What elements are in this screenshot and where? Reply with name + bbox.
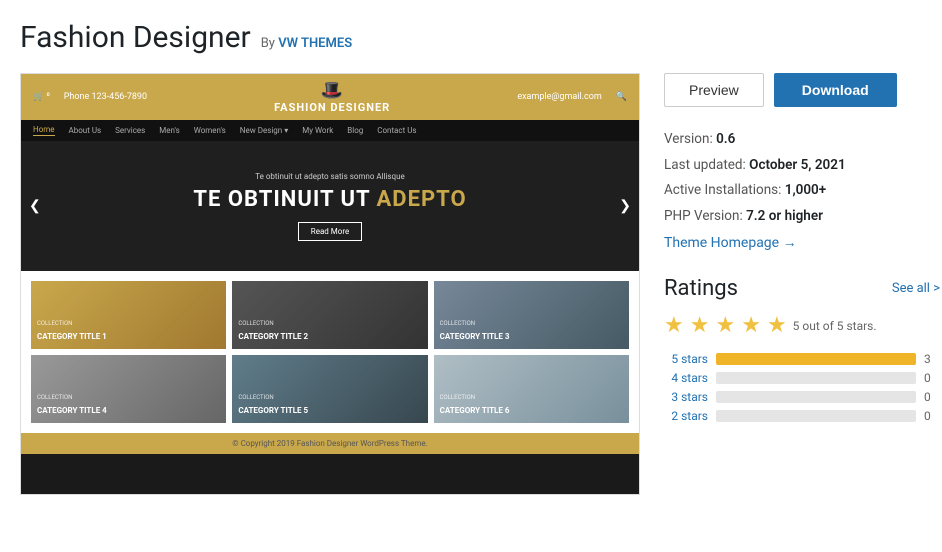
theme-hero: ❮ Te obtinuit ut adepto satis somno Alli…: [21, 141, 639, 271]
theme-nav: Home About Us Services Men's Women's New…: [21, 120, 639, 141]
ratings-title: Ratings: [664, 276, 738, 301]
star-2: ★: [690, 313, 710, 338]
ratings-header: Ratings See all >: [664, 276, 940, 301]
page-title: Fashion Designer: [20, 20, 251, 55]
page-header: Fashion Designer By VW THEMES: [20, 20, 922, 55]
bar-row-3: 3 stars 0: [664, 390, 940, 404]
bar-count-3: 0: [924, 390, 940, 404]
category-item-3: collection CATEGORY TITLE 3: [434, 281, 629, 349]
logo-icon: 🎩: [274, 80, 390, 101]
nav-contact: Contact Us: [377, 126, 416, 135]
category-item-4: collection CATEGORY TITLE 4: [31, 355, 226, 423]
nav-blog: Blog: [347, 126, 363, 135]
author-link[interactable]: VW THEMES: [278, 36, 352, 51]
cat-label-3: collection CATEGORY TITLE 3: [440, 320, 510, 343]
nav-mywork: My Work: [302, 126, 333, 135]
hero-read-more-btn[interactable]: Read More: [298, 222, 362, 241]
mail-info: example@gmail.com: [517, 92, 601, 102]
stars-display: ★ ★ ★ ★ ★ 5 out of 5 stars.: [664, 313, 940, 338]
installs-row: Active Installations: 1,000+: [664, 178, 940, 204]
category-item-1: collection CATEGORY TITLE 1: [31, 281, 226, 349]
rating-bars: 5 stars 3 4 stars 0 3 stars: [664, 352, 940, 423]
star-1: ★: [664, 313, 684, 338]
theme-header-left: 🛒 ⁰ Phone 123-456-7890: [33, 92, 147, 102]
rating-text: 5 out of 5 stars.: [793, 319, 877, 333]
homepage-row: Theme Homepage →: [664, 230, 940, 257]
nav-about: About Us: [69, 126, 102, 135]
cart-icon: 🛒 ⁰: [33, 92, 50, 102]
star-4: ★: [741, 313, 761, 338]
hero-title: TE OBTINUIT UT ADEPTO: [193, 187, 466, 212]
hero-prev-arrow[interactable]: ❮: [29, 198, 41, 214]
version-row: Version: 0.6: [664, 127, 940, 153]
cat-label-5: collection CATEGORY TITLE 5: [238, 394, 308, 417]
bar-track-3: [716, 391, 916, 403]
theme-homepage-link[interactable]: Theme Homepage →: [664, 235, 797, 251]
category-item-2: collection CATEGORY TITLE 2: [232, 281, 427, 349]
by-author: By VW THEMES: [261, 36, 352, 51]
nav-new-design: New Design ▾: [240, 126, 288, 135]
star-3: ★: [715, 313, 735, 338]
ratings-section: Ratings See all > ★ ★ ★ ★ ★ 5 out of 5 s…: [664, 276, 940, 423]
nav-womens: Women's: [194, 126, 226, 135]
phone-info: Phone 123-456-7890: [64, 92, 147, 102]
star-5: ★: [767, 313, 787, 338]
see-all-link[interactable]: See all >: [892, 281, 940, 296]
bar-row-2: 2 stars 0: [664, 409, 940, 423]
sidebar: Preview Download Version: 0.6 Last updat…: [664, 73, 940, 495]
theme-screenshot: 🛒 ⁰ Phone 123-456-7890 🎩 FASHION DESIGNE…: [21, 74, 639, 494]
bar-count-4: 0: [924, 371, 940, 385]
updated-row: Last updated: October 5, 2021: [664, 153, 940, 179]
cat-label-2: collection CATEGORY TITLE 2: [238, 320, 308, 343]
bar-fill-5: [716, 353, 916, 365]
theme-preview-container: 🛒 ⁰ Phone 123-456-7890 🎩 FASHION DESIGNE…: [20, 73, 640, 495]
bar-track-4: [716, 372, 916, 384]
cat-label-6: collection CATEGORY TITLE 6: [440, 394, 510, 417]
bar-count-2: 0: [924, 409, 940, 423]
nav-home: Home: [33, 125, 55, 136]
theme-top-bar: 🛒 ⁰ Phone 123-456-7890 🎩 FASHION DESIGNE…: [21, 74, 639, 120]
bar-track-2: [716, 410, 916, 422]
download-button[interactable]: Download: [774, 73, 897, 107]
bar-label-4: 4 stars: [664, 371, 708, 385]
nav-services: Services: [115, 126, 145, 135]
search-icon: 🔍: [616, 92, 627, 102]
bar-label-5: 5 stars: [664, 352, 708, 366]
bar-count-5: 3: [924, 352, 940, 366]
category-item-6: collection CATEGORY TITLE 6: [434, 355, 629, 423]
theme-footer: © Copyright 2019 Fashion Designer WordPr…: [21, 433, 639, 454]
cat-label-4: collection CATEGORY TITLE 4: [37, 394, 107, 417]
cat-label-1: collection CATEGORY TITLE 1: [37, 320, 107, 343]
bar-row-4: 4 stars 0: [664, 371, 940, 385]
php-row: PHP Version: 7.2 or higher: [664, 204, 940, 230]
theme-logo: 🎩 FASHION DESIGNER: [274, 80, 390, 114]
bar-label-2: 2 stars: [664, 409, 708, 423]
hero-next-arrow[interactable]: ❯: [619, 198, 631, 214]
main-content: 🛒 ⁰ Phone 123-456-7890 🎩 FASHION DESIGNE…: [20, 73, 922, 495]
preview-button[interactable]: Preview: [664, 73, 764, 107]
action-buttons: Preview Download: [664, 73, 940, 107]
meta-info: Version: 0.6 Last updated: October 5, 20…: [664, 127, 940, 256]
bar-row-5: 5 stars 3: [664, 352, 940, 366]
theme-header-right: example@gmail.com 🔍: [517, 92, 627, 102]
bar-label-3: 3 stars: [664, 390, 708, 404]
nav-mens: Men's: [159, 126, 179, 135]
hero-subtitle: Te obtinuit ut adepto satis somno Allisq…: [255, 172, 405, 181]
category-item-5: collection CATEGORY TITLE 5: [232, 355, 427, 423]
bar-track-5: [716, 353, 916, 365]
theme-categories-grid: collection CATEGORY TITLE 1 collection C…: [21, 271, 639, 433]
